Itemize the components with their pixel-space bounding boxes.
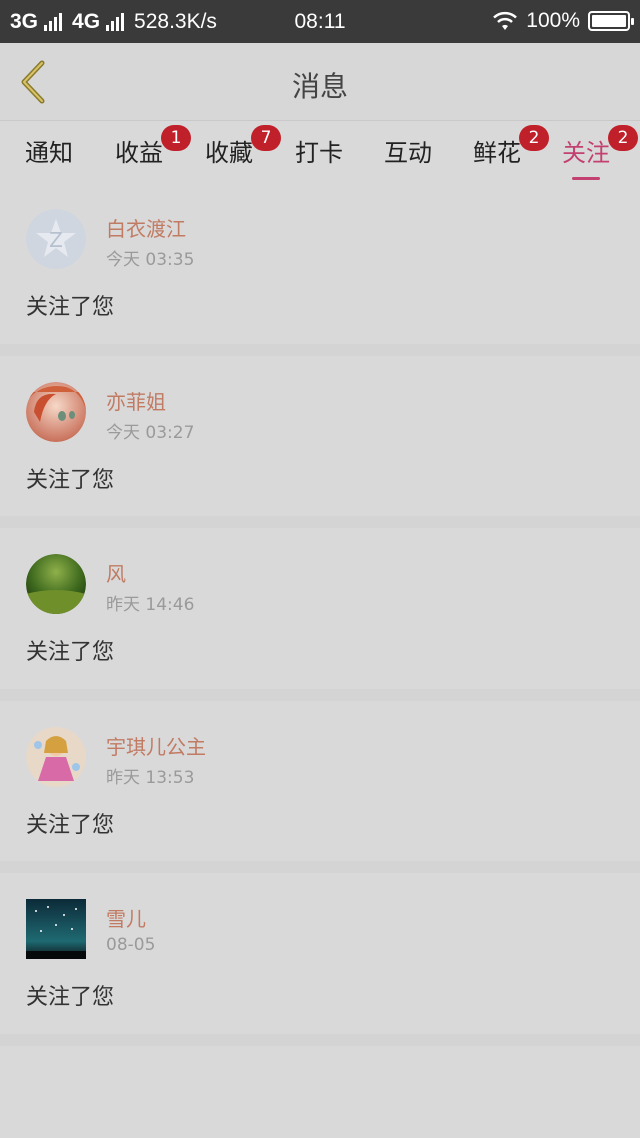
page-title: 消息 (291, 70, 348, 103)
tab-follows[interactable]: 关注 2 (562, 125, 638, 180)
tab-label: 关注 (562, 139, 610, 167)
message-time: 08-05 (106, 935, 156, 955)
list-item[interactable]: 风 昨天 14:46 关注了您 (0, 528, 640, 701)
svg-text:Z: Z (49, 228, 63, 252)
user-name[interactable]: 白衣渡江 (106, 213, 186, 242)
tab-badge: 7 (251, 125, 281, 151)
list-item[interactable]: 亦菲姐 今天 03:27 关注了您 (0, 355, 640, 528)
user-name[interactable]: 雪儿 (106, 903, 146, 932)
message-text: 关注了您 (26, 467, 115, 493)
status-bar: 3G 4G 528.3K/s 08:11 100% (0, 0, 640, 43)
tab-label: 鲜花 (473, 139, 521, 167)
status-right: 100% (492, 9, 634, 33)
wifi-icon (493, 11, 518, 30)
tab-label: 收益 (115, 139, 163, 167)
tab-interactions[interactable]: 互动 (384, 133, 432, 168)
tab-checkin[interactable]: 打卡 (295, 133, 343, 168)
list-item[interactable]: Z 白衣渡江 今天 03:35 关注了您 (0, 183, 640, 356)
message-time: 昨天 13:53 (106, 767, 195, 788)
message-time: 昨天 14:46 (106, 595, 195, 615)
user-name[interactable]: 宇琪儿公主 (106, 731, 206, 760)
battery-percent: 100% (526, 9, 580, 32)
message-text: 关注了您 (26, 812, 115, 838)
princess-avatar[interactable] (26, 726, 86, 787)
message-time: 今天 03:35 (106, 250, 195, 270)
list-item[interactable]: 宇琪儿公主 昨天 13:53 关注了您 (0, 700, 640, 873)
tab-badge: 2 (608, 125, 638, 151)
tab-badge: 1 (161, 125, 191, 151)
message-text: 关注了您 (26, 985, 115, 1010)
tab-label: 收藏 (205, 139, 253, 167)
anime-avatar[interactable] (26, 381, 86, 442)
tab-notifications[interactable]: 通知 (25, 133, 73, 168)
nav-header: 消息 (0, 43, 640, 121)
active-tab-indicator (572, 177, 600, 180)
tab-bar: 通知 收益 1 收藏 7 打卡 互动 鲜花 2 关注 2 (0, 121, 640, 183)
grass-avatar[interactable] (26, 554, 86, 614)
message-text: 关注了您 (26, 640, 115, 665)
user-name[interactable]: 风 (106, 558, 126, 587)
night-sky-avatar[interactable] (26, 899, 86, 959)
message-list: Z 白衣渡江 今天 03:35 关注了您 亦菲姐 今天 03:27 关注了您 风… (0, 183, 640, 1046)
user-name[interactable]: 亦菲姐 (106, 386, 166, 415)
tab-label: 打卡 (295, 139, 343, 167)
tab-label: 互动 (384, 139, 432, 167)
default-avatar[interactable]: Z (26, 209, 86, 269)
tab-label: 通知 (25, 139, 73, 167)
list-item[interactable]: 雪儿 08-05 关注了您 (0, 873, 640, 1046)
battery-icon (588, 11, 634, 31)
message-time: 今天 03:27 (106, 422, 195, 443)
message-text: 关注了您 (26, 295, 115, 320)
tab-favorites[interactable]: 收藏 7 (205, 125, 281, 168)
tab-earnings[interactable]: 收益 1 (115, 125, 191, 168)
tab-flowers[interactable]: 鲜花 2 (473, 125, 549, 168)
tab-badge: 2 (519, 125, 549, 151)
